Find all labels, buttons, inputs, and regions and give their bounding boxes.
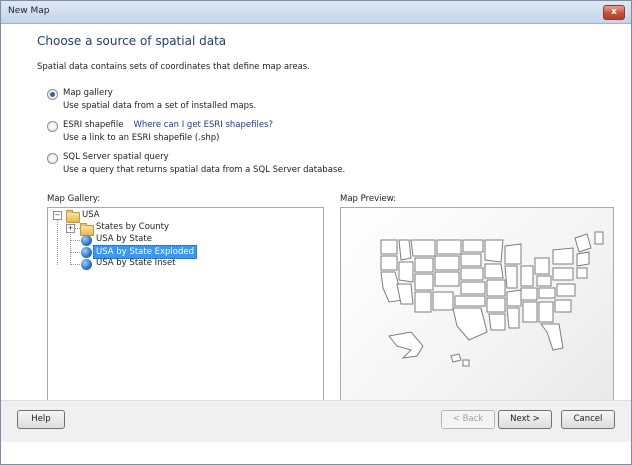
map-state-shape [556, 283, 576, 297]
map-preview [340, 207, 614, 409]
tree-connector [57, 217, 58, 265]
esri-shapefile-label-row: ESRI shapefile Where can I get ESRI shape… [63, 120, 273, 130]
map-state-shape [554, 299, 572, 313]
map-state-shape [460, 281, 486, 295]
map-state-shape [540, 323, 564, 351]
map-state-shape [410, 239, 436, 257]
map-state-shape [484, 263, 504, 279]
map-state-shape [520, 287, 538, 301]
map-state-shape [534, 257, 550, 275]
map-state-shape [576, 251, 590, 267]
map-state-shape [538, 301, 554, 323]
map-state-shape [520, 265, 534, 287]
states-by-county-expand-toggle[interactable]: + [66, 224, 75, 233]
map-state-shape [436, 239, 462, 255]
map-state-shape [506, 289, 522, 307]
page-description: Spatial data contains sets of coordinate… [37, 62, 310, 72]
map-state-shape [454, 295, 486, 307]
map-state-shape [398, 239, 412, 261]
map-state-shape [388, 331, 424, 359]
cancel-button[interactable]: Cancel [561, 410, 615, 429]
map-gallery-description: Use spatial data from a set of installed… [63, 101, 257, 111]
wizard-content: Choose a source of spatial data Spatial … [1, 24, 631, 423]
close-button[interactable]: x [603, 5, 625, 20]
map-state-shape [460, 253, 482, 267]
tree-item-usa[interactable]: USA [80, 209, 102, 221]
map-state-shape [538, 287, 556, 299]
map-state-shape [460, 267, 484, 281]
map-gallery-label[interactable]: Map gallery [63, 88, 113, 98]
map-state-shape [536, 275, 552, 287]
close-icon: x [611, 7, 617, 17]
map-state-shape [432, 291, 454, 311]
esri-help-link[interactable]: Where can I get ESRI shapefiles? [133, 120, 273, 130]
map-state-shape [380, 239, 398, 255]
map-gallery-tree[interactable]: − USA + States by County USA by State US… [47, 207, 324, 409]
map-gallery-panel-label: Map Gallery: [47, 194, 101, 204]
window-title: New Map [8, 6, 50, 16]
tree-item-usa-by-state-inset[interactable]: USA by State Inset [94, 257, 178, 269]
new-map-dialog: New Map x Choose a source of spatial dat… [0, 0, 632, 465]
map-state-shape [414, 273, 434, 291]
map-state-shape [414, 257, 434, 273]
map-preview-panel-label: Map Preview: [340, 194, 397, 204]
map-state-shape [434, 255, 460, 271]
map-state-shape [594, 231, 604, 245]
map-state-shape [484, 239, 504, 263]
map-gallery-radio[interactable] [47, 89, 58, 100]
map-state-shape [504, 265, 518, 289]
globe-icon [81, 247, 92, 258]
map-state-shape [398, 261, 414, 283]
usa-collapse-toggle[interactable]: − [53, 211, 62, 220]
map-state-shape [488, 313, 506, 331]
map-state-shape [486, 279, 506, 297]
map-state-shape [450, 353, 462, 363]
next-button[interactable]: Next > [498, 410, 552, 429]
globe-icon [81, 235, 92, 246]
map-state-shape [462, 239, 484, 253]
wizard-footer: Help < Back Next > Cancel [1, 400, 631, 442]
sql-query-label[interactable]: SQL Server spatial query [63, 152, 169, 162]
title-bar[interactable]: New Map x [1, 1, 631, 24]
sql-query-description: Use a query that returns spatial data fr… [63, 165, 346, 175]
map-state-shape [462, 359, 470, 367]
usa-map-preview-image [380, 231, 604, 367]
map-state-shape [576, 267, 588, 279]
tree-item-usa-by-state[interactable]: USA by State [94, 233, 154, 245]
open-folder-icon [66, 210, 80, 223]
globe-icon [81, 259, 92, 270]
help-button[interactable]: Help [17, 410, 65, 429]
esri-shapefile-label[interactable]: ESRI shapefile [63, 120, 123, 130]
map-state-shape [486, 297, 506, 313]
map-state-shape [380, 255, 398, 271]
map-state-shape [434, 271, 460, 287]
sql-query-radio[interactable] [47, 153, 58, 164]
map-state-shape [452, 307, 488, 341]
map-state-shape [506, 307, 520, 329]
esri-shapefile-description: Use a link to an ESRI shapefile (.shp) [63, 133, 220, 143]
tree-item-states-by-county[interactable]: States by County [94, 221, 171, 233]
map-state-shape [552, 247, 574, 265]
esri-shapefile-radio[interactable] [47, 121, 58, 132]
map-state-shape [552, 267, 574, 281]
map-state-shape [522, 301, 538, 323]
map-state-shape [414, 291, 432, 313]
back-button[interactable]: < Back [441, 410, 495, 429]
page-title: Choose a source of spatial data [37, 34, 227, 48]
map-state-shape [504, 243, 522, 265]
map-state-shape [574, 233, 592, 253]
